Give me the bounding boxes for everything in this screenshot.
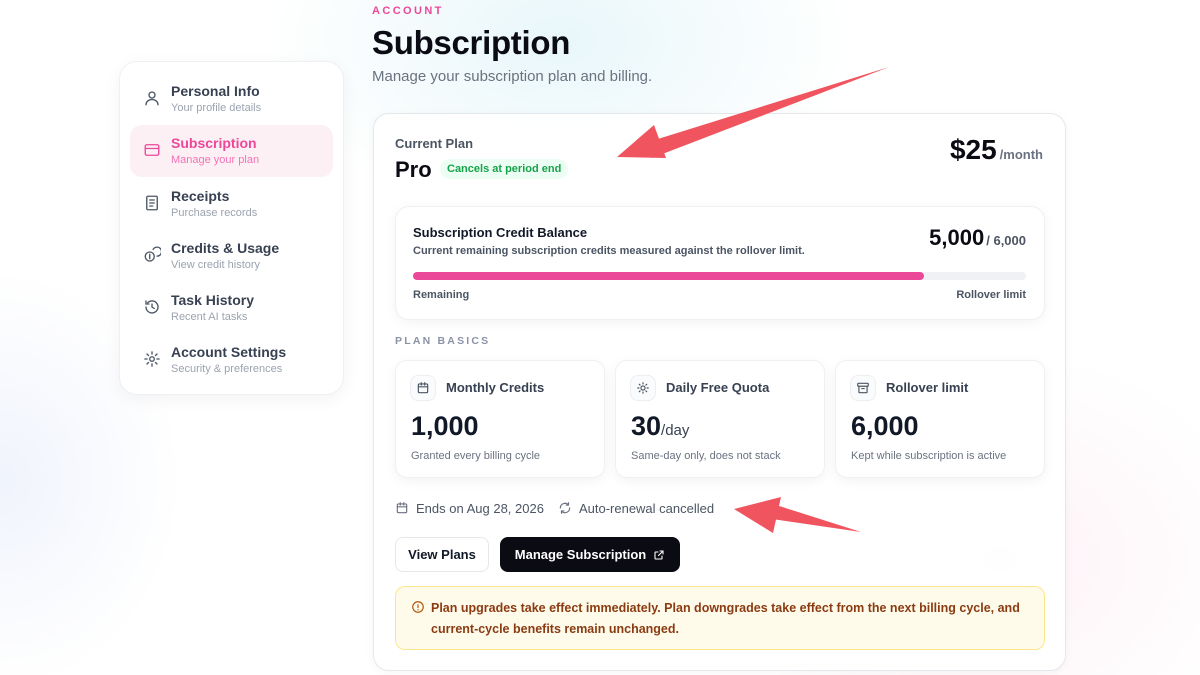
sidebar-item-subscription[interactable]: Subscription Manage your plan — [130, 125, 333, 178]
stat-note: Same-day only, does not stack — [631, 450, 781, 462]
stat-note: Granted every billing cycle — [411, 450, 541, 462]
stat-value: 6,000 — [851, 411, 919, 442]
external-link-icon — [653, 549, 665, 561]
calendar-icon — [410, 375, 436, 401]
sidebar-item-subtitle: View credit history — [171, 258, 261, 271]
stat-value: 1,000 — [411, 411, 479, 442]
sidebar-item-label: Credits & Usage — [171, 239, 280, 256]
status-badge: Cancels at period end — [440, 159, 569, 179]
manage-subscription-button[interactable]: Manage Subscription — [500, 537, 680, 572]
stat-card-monthly-credits: Monthly Credits 1,000 Granted every bill… — [395, 360, 605, 478]
notice-text: Plan upgrades take effect immediately. P… — [431, 601, 1020, 636]
sidebar-item-label: Subscription — [171, 135, 257, 152]
credit-progress-bar — [413, 272, 1026, 280]
progress-left-label: Remaining — [413, 289, 470, 301]
coins-icon — [143, 246, 161, 264]
credit-progress-fill — [413, 272, 924, 280]
subscription-meta: Ends on Aug 28, 2026 Auto-renewal cancel… — [395, 499, 714, 517]
stat-number: 1,000 — [411, 411, 479, 441]
manage-subscription-label: Manage Subscription — [514, 547, 647, 562]
credit-card-icon — [143, 141, 161, 159]
sidebar-item-account-settings[interactable]: Account Settings Security & preferences — [130, 334, 333, 386]
receipt-icon — [143, 194, 161, 212]
account-sidebar: Personal Info Your profile details Subsc… — [119, 61, 344, 395]
sidebar-item-label: Account Settings — [171, 344, 287, 361]
balance-current: 5,000 — [929, 225, 985, 250]
archive-icon — [850, 375, 876, 401]
gear-icon — [143, 350, 161, 368]
sidebar-item-subtitle: Your profile details — [171, 102, 262, 114]
stat-number: 30 — [631, 411, 662, 441]
sidebar-item-receipts[interactable]: Receipts Purchase records — [130, 178, 333, 230]
progress-right-label: Rollover limit — [956, 289, 1026, 301]
billing-notice: Plan upgrades take effect immediately. P… — [395, 586, 1045, 650]
sidebar-item-credits-usage[interactable]: Credits & Usage View credit history — [130, 230, 333, 282]
balance-max: / 6,000 — [986, 233, 1026, 248]
refresh-icon — [558, 501, 572, 515]
plan-price: $25/month — [950, 134, 1043, 166]
balance-value: 5,000/ 6,000 — [929, 225, 1026, 251]
stat-value: 30/day — [631, 411, 689, 442]
user-icon — [143, 89, 161, 107]
plan-basics-heading: PLAN BASICS — [395, 335, 491, 347]
price-amount: $25 — [949, 134, 997, 165]
sidebar-item-subtitle: Security & preferences — [171, 363, 283, 376]
balance-description: Current remaining subscription credits m… — [413, 245, 805, 257]
balance-title: Subscription Credit Balance — [413, 225, 588, 240]
sidebar-item-label: Personal Info — [171, 83, 260, 99]
stat-title: Daily Free Quota — [666, 380, 770, 395]
sidebar-item-subtitle: Manage your plan — [171, 154, 260, 167]
view-plans-button[interactable]: View Plans — [395, 537, 489, 572]
page-title: Subscription — [372, 24, 571, 61]
stat-note: Kept while subscription is active — [851, 450, 1007, 462]
stat-card-rollover-limit: Rollover limit 6,000 Kept while subscrip… — [835, 360, 1045, 478]
plan-name: Pro — [395, 157, 432, 182]
sidebar-item-task-history[interactable]: Task History Recent AI tasks — [130, 282, 333, 334]
price-period: /month — [999, 147, 1043, 162]
stat-card-daily-free-quota: Daily Free Quota 30/day Same-day only, d… — [615, 360, 825, 478]
stat-title: Rollover limit — [886, 380, 969, 395]
history-icon — [143, 298, 161, 316]
end-date-text: Ends on Aug 28, 2026 — [416, 500, 544, 516]
renewal-status-text: Auto-renewal cancelled — [578, 500, 715, 516]
stat-number: 6,000 — [851, 411, 919, 441]
page-description: Manage your subscription plan and billin… — [372, 68, 653, 85]
sidebar-item-label: Receipts — [171, 187, 230, 204]
current-plan-label: Current Plan — [395, 136, 474, 151]
credit-balance-panel: Subscription Credit Balance Current rema… — [395, 206, 1045, 320]
sidebar-item-label: Task History — [171, 292, 254, 309]
stat-unit: /day — [661, 422, 690, 439]
stat-title: Monthly Credits — [446, 380, 545, 395]
sidebar-item-subtitle: Purchase records — [171, 206, 258, 219]
section-eyebrow: ACCOUNT — [372, 5, 444, 17]
calendar-icon — [395, 501, 409, 515]
subscription-card: Current Plan Pro Cancels at period end $… — [373, 113, 1066, 671]
sun-icon — [630, 375, 656, 401]
sidebar-item-subtitle: Recent AI tasks — [171, 311, 248, 324]
sidebar-item-personal-info[interactable]: Personal Info Your profile details — [130, 73, 333, 125]
info-icon — [411, 600, 425, 614]
